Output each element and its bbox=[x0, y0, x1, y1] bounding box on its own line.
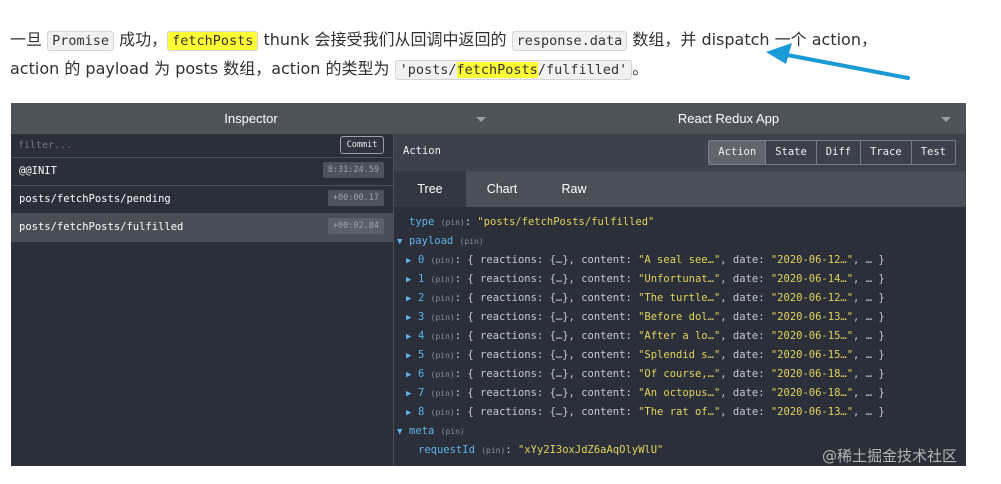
action-list-pane: Commit @@INIT 8:31:24.59 posts/fetchPost… bbox=[11, 134, 394, 466]
collapsed-arrow-icon: ▶ bbox=[406, 389, 412, 399]
tree-row-post[interactable]: ▶ 5 (pin): { reactions: {…}, content: "Sp… bbox=[394, 346, 966, 365]
collapsed-arrow-icon: ▶ bbox=[406, 313, 412, 323]
detail-header: Action Action State Diff Trace Test bbox=[394, 134, 966, 171]
code-action-type: 'posts/fetchPosts/fulfilled' bbox=[394, 60, 633, 80]
tree-row-post[interactable]: ▶ 8 (pin): { reactions: {…}, content: "Th… bbox=[394, 403, 966, 422]
tree-row-type[interactable]: type (pin): "posts/fetchPosts/fulfilled" bbox=[394, 213, 966, 232]
inspector-monitor-select[interactable]: Inspector bbox=[11, 103, 491, 134]
collapsed-arrow-icon: ▶ bbox=[406, 408, 412, 418]
app-instance-select[interactable]: React Redux App bbox=[491, 103, 966, 134]
action-timestamp: +00:00.17 bbox=[327, 190, 384, 206]
redux-devtools-panel: Inspector React Redux App Commit @@INIT … bbox=[11, 103, 966, 466]
tree-row-post[interactable]: ▶ 6 (pin): { reactions: {…}, content: "Of… bbox=[394, 365, 966, 384]
collapsed-arrow-icon: ▶ bbox=[406, 370, 412, 380]
action-item-init[interactable]: @@INIT 8:31:24.59 bbox=[11, 158, 393, 186]
subtab-raw[interactable]: Raw bbox=[538, 171, 610, 207]
collapsed-arrow-icon: ▶ bbox=[406, 332, 412, 342]
tree-row-post[interactable]: ▶ 3 (pin): { reactions: {…}, content: "Be… bbox=[394, 308, 966, 327]
tab-trace[interactable]: Trace bbox=[860, 141, 911, 164]
collapsed-arrow-icon: ▶ bbox=[406, 294, 412, 304]
tree-row-meta[interactable]: ▼ meta (pin) bbox=[394, 422, 966, 441]
watermark: @稀土掘金技术社区 bbox=[822, 447, 958, 465]
filter-input[interactable] bbox=[18, 137, 318, 154]
action-item-pending[interactable]: posts/fetchPosts/pending +00:00.17 bbox=[11, 186, 393, 214]
subtab-chart[interactable]: Chart bbox=[466, 171, 538, 207]
tab-test[interactable]: Test bbox=[910, 141, 955, 164]
state-tree: type (pin): "posts/fetchPosts/fulfilled"… bbox=[394, 207, 966, 460]
tab-diff[interactable]: Diff bbox=[815, 141, 860, 164]
filter-row: Commit bbox=[11, 134, 393, 158]
detail-tabs: Action State Diff Trace Test bbox=[708, 140, 956, 165]
pointer-arrow-icon bbox=[766, 43, 910, 80]
detail-title: Action bbox=[403, 145, 441, 157]
code-fetchposts: fetchPosts bbox=[167, 31, 259, 51]
tree-row-payload[interactable]: ▼ payload (pin) bbox=[394, 232, 966, 251]
tree-row-post[interactable]: ▶ 7 (pin): { reactions: {…}, content: "An… bbox=[394, 384, 966, 403]
collapsed-arrow-icon: ▶ bbox=[406, 275, 412, 285]
tree-row-post[interactable]: ▶ 0 (pin): { reactions: {…}, content: "A … bbox=[394, 251, 966, 270]
code-response-data: response.data bbox=[511, 31, 628, 51]
expanded-arrow-icon: ▼ bbox=[397, 237, 403, 247]
tree-row-post[interactable]: ▶ 4 (pin): { reactions: {…}, content: "Af… bbox=[394, 327, 966, 346]
action-timestamp: 8:31:24.59 bbox=[322, 162, 384, 178]
action-detail-pane: Action Action State Diff Trace Test Tree… bbox=[394, 134, 966, 466]
action-item-fulfilled[interactable]: posts/fetchPosts/fulfilled +00:02.84 bbox=[11, 214, 393, 242]
collapsed-arrow-icon: ▶ bbox=[406, 256, 412, 266]
tree-row-post[interactable]: ▶ 2 (pin): { reactions: {…}, content: "Th… bbox=[394, 289, 966, 308]
expanded-arrow-icon: ▼ bbox=[397, 427, 403, 437]
chevron-down-icon bbox=[941, 117, 951, 122]
tab-state[interactable]: State bbox=[765, 141, 816, 164]
tree-row-post[interactable]: ▶ 1 (pin): { reactions: {…}, content: "Un… bbox=[394, 270, 966, 289]
code-promise: Promise bbox=[47, 31, 114, 51]
tab-action[interactable]: Action bbox=[709, 141, 766, 164]
commit-button[interactable]: Commit bbox=[340, 136, 384, 154]
subtab-tree[interactable]: Tree bbox=[394, 171, 466, 207]
chevron-down-icon bbox=[476, 117, 486, 122]
view-subtabs: Tree Chart Raw bbox=[394, 171, 966, 207]
collapsed-arrow-icon: ▶ bbox=[406, 351, 412, 361]
monitor-bar: Inspector React Redux App bbox=[11, 103, 966, 134]
action-timestamp: +00:02.84 bbox=[327, 218, 384, 234]
